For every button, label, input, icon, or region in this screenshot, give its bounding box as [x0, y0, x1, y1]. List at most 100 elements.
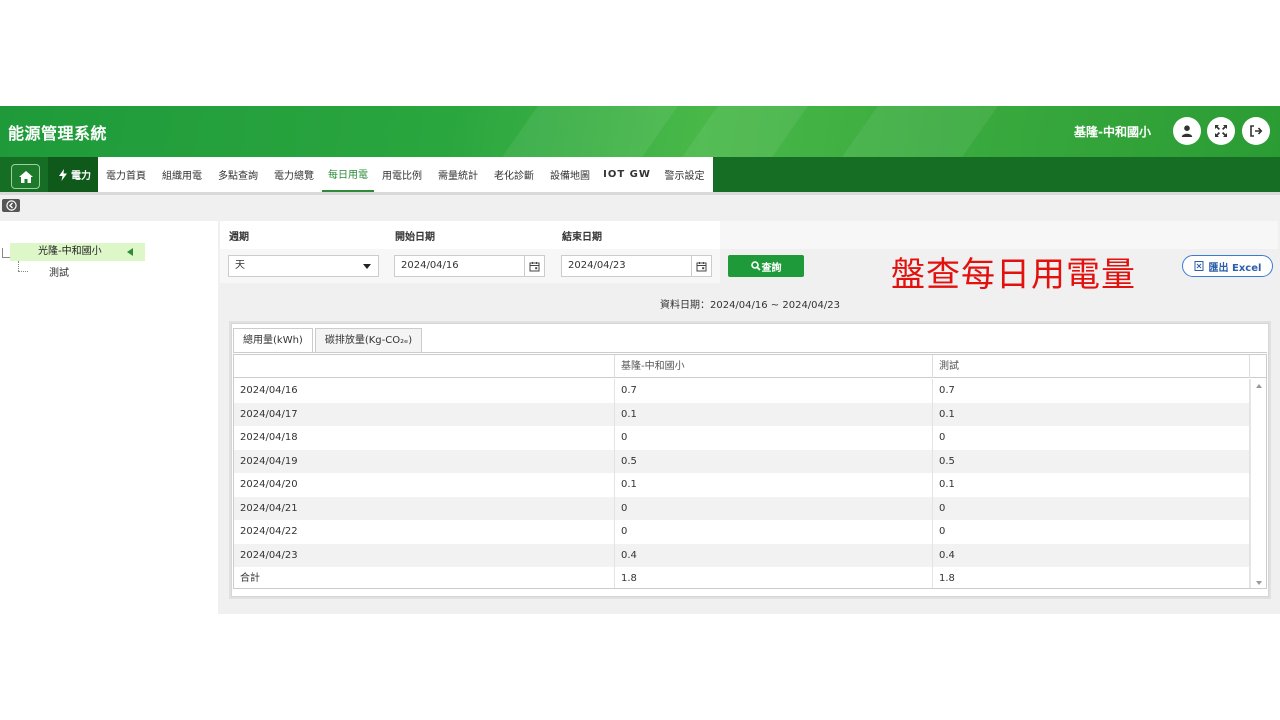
home-button[interactable] [11, 164, 40, 189]
column-header-test[interactable]: 測試 [933, 355, 1250, 378]
fullscreen-button[interactable] [1207, 117, 1235, 145]
search-button[interactable]: 查詢 [728, 255, 804, 277]
nav-tab-0[interactable]: 電力首頁 [98, 157, 154, 192]
nav-tab-6[interactable]: 需量統計 [430, 157, 486, 192]
sidebar-tree: 光隆-中和國小 測試 [0, 221, 218, 614]
site-name[interactable]: 基隆-中和國小 [1074, 123, 1151, 140]
nav-tab-7[interactable]: 老化診斷 [486, 157, 542, 192]
collapse-sidebar-button[interactable] [2, 199, 20, 212]
filter-header [220, 221, 720, 249]
nav-tab-9[interactable]: IOT GW [598, 157, 656, 192]
tree-node-root[interactable]: 光隆-中和國小 [10, 243, 145, 261]
end-date-value: 2024/04/23 [568, 260, 626, 271]
tree-node-label: 光隆-中和國小 [38, 246, 102, 257]
table-cell: 2024/04/20 [234, 473, 615, 497]
data-date-range: 資料日期：2024/04/16 ~ 2024/04/23 [659, 300, 840, 311]
user-icon [1181, 125, 1193, 137]
table-cell: 0.1 [933, 402, 1250, 426]
end-date-label: 結束日期 [562, 232, 602, 243]
period-label: 週期 [229, 232, 249, 243]
start-date-value: 2024/04/16 [401, 260, 459, 271]
end-date-input[interactable]: 2024/04/23 [561, 255, 712, 277]
table-cell: 0.5 [615, 449, 933, 473]
column-header-site[interactable]: 基隆-中和國小 [615, 355, 933, 378]
table-row[interactable]: 2024/04/22 0 0 [234, 520, 1250, 544]
table-row[interactable]: 2024/04/17 0.1 0.1 [234, 402, 1250, 426]
arrow-left-circle-icon [5, 200, 17, 211]
data-table: 基隆-中和國小 測試 2024/04/16 0.7 0.7 2024/04/17 0.1… [233, 354, 1267, 589]
tab-carbon-emission[interactable]: 碳排放量(Kg-CO₂ₑ) [314, 328, 423, 353]
table-scrollbar[interactable] [1250, 379, 1266, 588]
main-nav: 電力 電力首頁 組織用電 多點查詢 電力總覽 每日用電 用電比例 需量統計 老化診斷 設備地圖 I… [0, 157, 1280, 192]
search-button-label: 查詢 [761, 262, 782, 274]
nav-tab-1[interactable]: 組織用電 [154, 157, 210, 192]
app-title: 能源管理系統 [8, 124, 108, 143]
table-row[interactable]: 2024/04/23 0.4 0.4 [234, 543, 1250, 567]
table-cell: 2024/04/18 [234, 426, 615, 450]
table-cell: 0 [615, 520, 933, 544]
nav-tab-10[interactable]: 警示設定 [656, 157, 713, 192]
table-cell: 1.8 [933, 567, 1250, 588]
table-cell: 0 [615, 496, 933, 520]
tree-connector [18, 261, 19, 271]
nav-tab-5[interactable]: 用電比例 [374, 157, 430, 192]
table-header: 基隆-中和國小 測試 [234, 355, 1266, 378]
calendar-icon[interactable] [524, 256, 544, 276]
table-row-total[interactable]: 合計 1.8 1.8 [234, 567, 1250, 588]
table-cell: 2024/04/22 [234, 520, 615, 544]
excel-file-icon [1194, 261, 1204, 271]
table-row[interactable]: 2024/04/20 0.1 0.1 [234, 473, 1250, 497]
period-select[interactable]: 天 [228, 255, 379, 277]
table-cell: 2024/04/19 [234, 449, 615, 473]
tree-node-child[interactable]: 測試 [49, 264, 69, 279]
header-decoration [842, 106, 998, 157]
table-cell: 1.8 [615, 567, 933, 588]
nav-tab-4[interactable]: 每日用電 [322, 157, 374, 192]
table-cell: 0 [615, 426, 933, 450]
tab-total-usage[interactable]: 總用量(kWh) [233, 328, 313, 353]
table-row[interactable]: 2024/04/21 0 0 [234, 496, 1250, 520]
table-cell: 0.5 [933, 449, 1250, 473]
table-row[interactable]: 2024/04/18 0 0 [234, 426, 1250, 450]
scroll-up-icon[interactable] [1256, 384, 1262, 388]
table-cell: 0.1 [615, 402, 933, 426]
header-decoration [682, 106, 808, 157]
nav-category-power[interactable]: 電力 [48, 157, 98, 192]
bolt-icon [59, 168, 67, 181]
logout-icon [1250, 125, 1263, 137]
nav-category-label: 電力 [71, 171, 91, 182]
period-select-value: 天 [235, 260, 245, 271]
table-cell: 2024/04/17 [234, 402, 615, 426]
table-cell: 2024/04/16 [234, 379, 615, 403]
nav-tab-2[interactable]: 多點查詢 [210, 157, 266, 192]
column-header-date[interactable] [234, 355, 615, 378]
user-button[interactable] [1173, 117, 1201, 145]
table-cell: 0 [933, 496, 1250, 520]
table-body: 2024/04/16 0.7 0.7 2024/04/17 0.1 0.1 2024/04/… [234, 379, 1250, 588]
table-row[interactable]: 2024/04/16 0.7 0.7 [234, 379, 1250, 403]
export-excel-button[interactable]: 匯出 Excel [1182, 255, 1273, 277]
table-cell: 2024/04/21 [234, 496, 615, 520]
filter-header-spacer [720, 221, 1278, 249]
calendar-icon[interactable] [691, 256, 711, 276]
table-cell: 0.7 [615, 379, 933, 403]
annotation-title: 盤查每日用電量 [891, 255, 1136, 295]
table-cell: 合計 [234, 567, 615, 588]
scroll-down-icon[interactable] [1256, 581, 1262, 585]
nav-tab-8[interactable]: 設備地圖 [542, 157, 598, 192]
table-cell: 2024/04/23 [234, 543, 615, 567]
caret-down-icon [363, 264, 371, 269]
logout-button[interactable] [1242, 117, 1270, 145]
caret-left-icon [127, 248, 133, 256]
nav-tab-3[interactable]: 電力總覽 [266, 157, 322, 192]
table-cell: 0 [933, 520, 1250, 544]
fullscreen-icon [1215, 125, 1227, 137]
tab-underline [233, 352, 1267, 353]
table-cell: 0.4 [615, 543, 933, 567]
table-cell: 0.1 [933, 473, 1250, 497]
table-cell: 0.7 [933, 379, 1250, 403]
start-date-input[interactable]: 2024/04/16 [394, 255, 545, 277]
start-date-label: 開始日期 [395, 232, 435, 243]
table-row[interactable]: 2024/04/19 0.5 0.5 [234, 449, 1250, 473]
table-cell: 0.1 [615, 473, 933, 497]
